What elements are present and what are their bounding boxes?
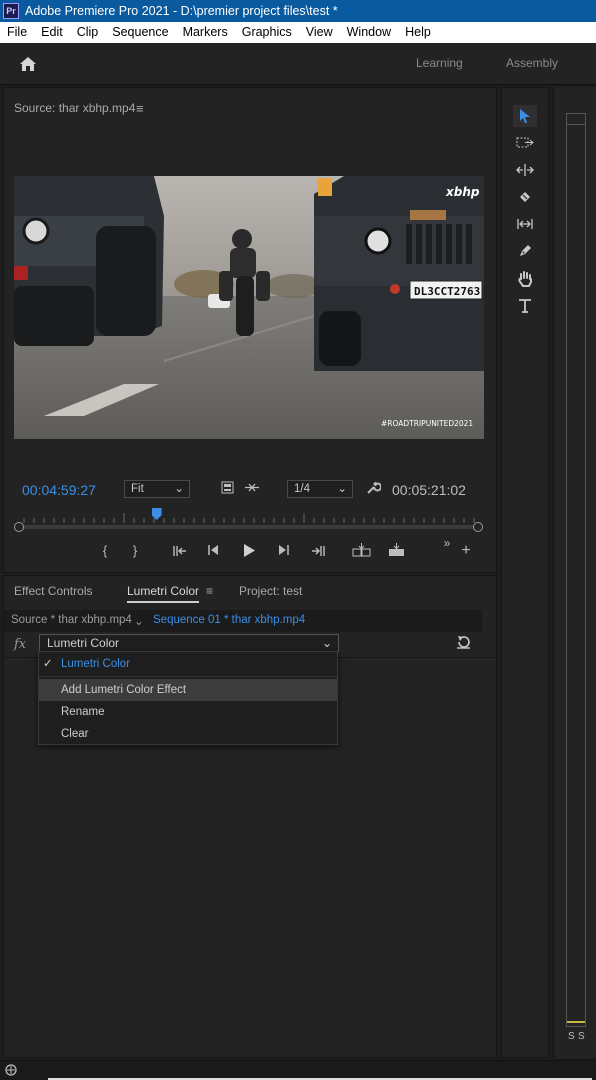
window-title: Adobe Premiere Pro 2021 - D:\premier pro…	[25, 4, 338, 18]
source-monitor-title[interactable]: Source: thar xbhp.mp4	[14, 101, 135, 115]
track-select-tool-icon[interactable]	[513, 132, 537, 154]
panel-menu-icon[interactable]: ≡	[206, 584, 213, 598]
menu-item-lumetri-color[interactable]: ✓ Lumetri Color	[39, 653, 337, 675]
chevron-down-icon: ⌄	[321, 636, 332, 650]
home-icon[interactable]	[18, 54, 38, 74]
audio-meter-panel: S S	[553, 87, 596, 1058]
play-icon[interactable]	[242, 544, 256, 560]
checkmark-icon: ✓	[43, 658, 53, 670]
menu-help[interactable]: Help	[398, 22, 438, 43]
zoom-dropdown[interactable]: Fit ⌄	[124, 480, 190, 498]
chevron-down-icon: ⌄	[337, 483, 347, 495]
insert-icon[interactable]	[351, 543, 371, 561]
fx-icon: fx	[14, 637, 27, 652]
ripple-edit-tool-icon[interactable]	[513, 159, 537, 181]
button-editor-plus-icon[interactable]: +	[459, 543, 473, 559]
type-tool-icon[interactable]	[513, 294, 537, 316]
license-plate-text: DL3CCT2763	[414, 285, 480, 298]
premiere-window: Pr Adobe Premiere Pro 2021 - D:\premier …	[0, 0, 596, 1080]
menu-divider	[39, 676, 337, 677]
time-ruler[interactable]	[18, 513, 480, 523]
status-bar	[0, 1060, 596, 1080]
solo-left-button[interactable]: S	[568, 1031, 575, 1042]
zoom-scroll-bar[interactable]	[18, 525, 480, 529]
menu-sequence[interactable]: Sequence	[105, 22, 175, 43]
go-to-out-icon[interactable]	[309, 544, 327, 561]
reset-icon[interactable]	[456, 635, 471, 653]
step-forward-icon[interactable]	[277, 544, 291, 559]
mark-out-icon[interactable]: }	[128, 544, 142, 558]
menu-view[interactable]: View	[299, 22, 340, 43]
scroll-handle-right[interactable]	[473, 522, 483, 532]
pen-tool-icon[interactable]	[513, 240, 537, 262]
slip-tool-icon[interactable]	[513, 213, 537, 235]
selected-effect-label: Lumetri Color	[47, 636, 120, 650]
menu-bar: File Edit Clip Sequence Markers Graphics…	[0, 22, 596, 43]
hand-tool-icon[interactable]	[513, 267, 537, 289]
tab-lumetri-color[interactable]: Lumetri Color	[127, 584, 200, 603]
premiere-app-icon: Pr	[3, 3, 19, 19]
chevron-down-icon: ⌄	[174, 483, 184, 495]
resolution-value: 1/4	[294, 483, 310, 495]
audio-meter-peak	[566, 113, 586, 125]
selection-tool-icon[interactable]	[513, 105, 537, 127]
video-preview[interactable]: DL3CCT2763 xbhp #ROADTRIPUNITED2021	[14, 176, 484, 439]
go-to-in-icon[interactable]	[171, 544, 189, 561]
menu-item-rename[interactable]: Rename	[39, 701, 337, 723]
export-frame-icon[interactable]	[220, 481, 234, 497]
razor-tool-icon[interactable]	[513, 186, 537, 208]
lumetri-effect-select[interactable]: Lumetri Color ⌄	[39, 634, 339, 652]
tab-effect-controls[interactable]: Effect Controls	[14, 584, 92, 598]
source-current-timecode[interactable]: 00:04:59:27	[22, 482, 96, 498]
workspace-tab-learning[interactable]: Learning	[416, 56, 463, 70]
audio-meter-track	[566, 113, 586, 1027]
workspace-tab-assembly[interactable]: Assembly	[506, 56, 558, 70]
wrench-settings-icon[interactable]	[365, 480, 382, 498]
tools-panel	[501, 87, 549, 1058]
title-bar: Pr Adobe Premiere Pro 2021 - D:\premier …	[0, 0, 596, 22]
mark-in-icon[interactable]: {	[98, 544, 112, 558]
video-watermark-logo: xbhp	[445, 185, 480, 199]
insert-overlay-icon[interactable]	[244, 481, 260, 497]
menu-item-clear[interactable]: Clear	[39, 723, 337, 745]
menu-markers[interactable]: Markers	[176, 22, 235, 43]
menu-window[interactable]: Window	[340, 22, 398, 43]
source-monitor-panel: Source: thar xbhp.mp4 ≡ DL3CCT2763 xbhp …	[3, 87, 497, 573]
menu-item-add-lumetri[interactable]: Add Lumetri Color Effect	[39, 679, 337, 701]
sequence-clip-crumb[interactable]: Sequence 01 * thar xbhp.mp4	[153, 614, 305, 626]
chevron-down-icon[interactable]: ⌄	[134, 614, 144, 628]
video-hashtag-text: #ROADTRIPUNITED2021	[381, 419, 473, 428]
panel-menu-icon[interactable]: ≡	[136, 101, 144, 116]
progress-status-icon[interactable]	[4, 1063, 20, 1080]
more-controls-icon[interactable]: »	[440, 536, 454, 550]
menu-clip[interactable]: Clip	[70, 22, 106, 43]
source-clip-crumb[interactable]: Source * thar xbhp.mp4	[11, 614, 132, 626]
effect-controls-panel: Effect Controls Lumetri Color ≡ Project:…	[3, 575, 497, 1058]
solo-right-button[interactable]: S	[578, 1031, 585, 1042]
menu-graphics[interactable]: Graphics	[235, 22, 299, 43]
scroll-handle-left[interactable]	[14, 522, 24, 532]
lumetri-effect-menu: ✓ Lumetri Color Add Lumetri Color Effect…	[38, 651, 338, 745]
audio-level-indicator	[567, 1021, 585, 1023]
playback-resolution-dropdown[interactable]: 1/4 ⌄	[287, 480, 353, 498]
menu-file[interactable]: File	[0, 22, 34, 43]
source-duration-timecode: 00:05:21:02	[392, 482, 466, 498]
workspace-header: Learning Assembly	[0, 43, 596, 85]
breadcrumb: Source * thar xbhp.mp4 ⌄ Sequence 01 * t…	[4, 610, 482, 632]
tab-project[interactable]: Project: test	[239, 584, 302, 598]
zoom-value: Fit	[131, 483, 144, 495]
menu-edit[interactable]: Edit	[34, 22, 70, 43]
overwrite-icon[interactable]	[386, 543, 406, 561]
step-back-icon[interactable]	[206, 544, 220, 559]
